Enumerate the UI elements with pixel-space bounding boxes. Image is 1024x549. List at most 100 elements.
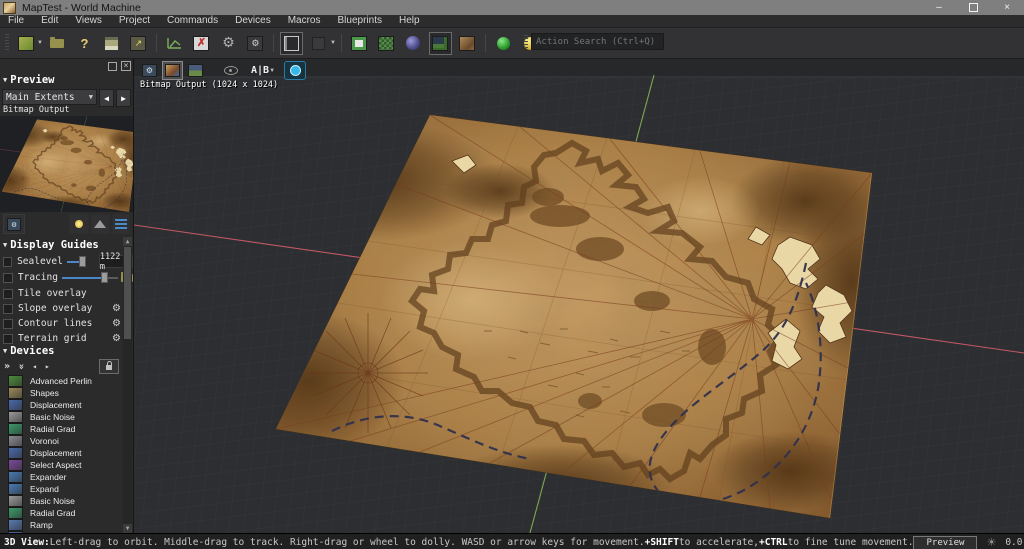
page-right-button[interactable]: ▸ (45, 362, 50, 371)
panel-float-icon[interactable] (108, 61, 117, 71)
tracing-checkbox[interactable] (3, 272, 13, 283)
menu-blueprints[interactable]: Blueprints (338, 15, 382, 27)
open-world-button[interactable] (46, 32, 69, 55)
scroll-up-button[interactable]: ▲ (123, 237, 132, 246)
graph-curve-button[interactable] (163, 32, 186, 55)
explorer-view-button[interactable] (402, 32, 425, 55)
device-row[interactable]: Advanced Perlin (0, 375, 133, 387)
terrain-grid-gear-icon[interactable]: ⚙ (112, 333, 121, 344)
terrain-texture-button[interactable] (185, 61, 206, 80)
device-row[interactable]: Radial Grad (0, 423, 133, 435)
preview-section-header[interactable]: ▼ Preview (0, 74, 133, 86)
preview-tools-row: ⚙ (0, 214, 133, 234)
lighting-toggle-button[interactable] (69, 214, 90, 234)
display-guides-header[interactable]: ▼ Display Guides (0, 239, 133, 251)
device-row[interactable]: Basic Noise (0, 411, 133, 423)
device-row[interactable]: Basic Noise (0, 495, 133, 507)
contour-lines-gear-icon[interactable]: ⚙ (112, 318, 121, 329)
menu-file[interactable]: File (8, 15, 24, 27)
terrain-display-button[interactable] (91, 214, 110, 234)
devices-header[interactable]: ▼ Devices (0, 345, 133, 357)
menu-edit[interactable]: Edit (41, 15, 58, 27)
export-icon: ↗ (130, 35, 147, 51)
split-view-layout-button[interactable] (307, 32, 330, 55)
device-row[interactable]: Radial Grad (0, 507, 133, 519)
device-row[interactable]: Shapes (0, 387, 133, 399)
curve-icon (167, 38, 181, 49)
device-workview-button[interactable] (348, 32, 371, 55)
expand-all-button[interactable]: » (4, 361, 10, 372)
preview-mode-button[interactable]: Preview (913, 535, 978, 549)
device-row[interactable]: Voronoi (0, 435, 133, 447)
collapse-all-button[interactable]: » (16, 363, 27, 369)
water-display-button[interactable] (111, 214, 131, 234)
device-disable-button[interactable]: ✗ (190, 32, 213, 55)
device-row[interactable]: Displacement (0, 399, 133, 411)
single-view-layout-button[interactable] (279, 31, 303, 55)
panel-scrollbar[interactable]: ▲ ▼ (123, 237, 132, 533)
scrollbar-thumb[interactable] (124, 247, 131, 339)
collapse-icon: ▼ (3, 76, 8, 84)
viewport-device-button[interactable]: ⚙ (139, 61, 160, 80)
ab-compare-label[interactable]: A|B (251, 65, 269, 76)
close-button[interactable]: × (990, 0, 1024, 15)
single-layout-icon (283, 35, 299, 51)
compass-rose (308, 313, 428, 433)
terrain-view-icon (188, 64, 203, 77)
menu-help[interactable]: Help (399, 15, 420, 27)
project-wizard-button[interactable]: ? (73, 32, 96, 55)
sealevel-slider-thumb[interactable] (78, 256, 86, 267)
build-button[interactable] (492, 32, 515, 55)
tracing-slider[interactable] (61, 272, 118, 283)
device-row[interactable]: Select Aspect (0, 459, 133, 471)
layout-dropdown[interactable]: ▼ (330, 40, 336, 46)
maximize-button[interactable] (956, 0, 990, 15)
new-world-dropdown[interactable]: ▼ (37, 40, 43, 46)
menu-devices[interactable]: Devices (235, 15, 271, 27)
extents-dropdown[interactable]: Main Extents ▼ (2, 89, 97, 105)
device-row[interactable]: Multiply (0, 531, 133, 533)
page-left-button[interactable]: ◂ (32, 362, 37, 371)
slope-overlay-gear-icon[interactable]: ⚙ (112, 303, 121, 314)
title-bar[interactable]: MapTest - World Machine – × (0, 0, 1024, 15)
texture-view-button[interactable] (456, 32, 479, 55)
menu-macros[interactable]: Macros (288, 15, 321, 27)
device-row[interactable]: Ramp (0, 519, 133, 531)
new-world-button[interactable] (14, 32, 37, 55)
scene-3d[interactable] (134, 59, 1024, 533)
tracing-slider-thumb[interactable] (100, 272, 108, 283)
panel-close-icon[interactable]: × (121, 61, 131, 71)
device-row[interactable]: Expand (0, 483, 133, 495)
toolbar-grip[interactable] (5, 34, 9, 52)
tiled-build-view-button[interactable] (375, 32, 398, 55)
tile-overlay-checkbox[interactable] (3, 288, 13, 299)
status-bar: 3D View: Left-drag to orbit. Middle-drag… (0, 533, 1024, 549)
export-terrain-button[interactable]: ↗ (127, 32, 150, 55)
visibility-button[interactable] (220, 61, 241, 80)
device-options-button[interactable]: ⚙ (244, 32, 267, 55)
viewport-3d[interactable]: ⚙ A|B ▼ Bitmap Output (1024 x 1024) (134, 59, 1024, 533)
minimize-button[interactable]: – (922, 0, 956, 15)
menu-views[interactable]: Views (75, 15, 102, 27)
ab-dropdown-icon[interactable]: ▼ (269, 68, 275, 74)
menu-commands[interactable]: Commands (167, 15, 218, 27)
toolbar-separator (484, 34, 486, 52)
texture-map-toggle-button[interactable] (162, 61, 183, 80)
world-settings-button[interactable]: ⚙ (217, 32, 240, 55)
menu-project[interactable]: Project (119, 15, 150, 27)
scroll-down-button[interactable]: ▼ (123, 524, 132, 533)
lock-button[interactable] (99, 358, 119, 374)
camera-button[interactable] (284, 61, 307, 80)
preview-thumbnail[interactable] (0, 116, 133, 212)
device-row[interactable]: Displacement (0, 447, 133, 459)
contour-lines-checkbox[interactable] (3, 318, 13, 329)
terrain-grid-checkbox[interactable] (3, 333, 13, 344)
save-world-button[interactable] (100, 32, 123, 55)
device-row[interactable]: Expander (0, 471, 133, 483)
sealevel-slider[interactable] (66, 256, 97, 267)
device-select-button[interactable]: ⚙ (3, 214, 26, 234)
view-3d-button[interactable] (428, 31, 452, 55)
sealevel-checkbox[interactable] (3, 256, 13, 267)
slope-overlay-checkbox[interactable] (3, 303, 13, 314)
action-search-input[interactable] (531, 33, 664, 50)
